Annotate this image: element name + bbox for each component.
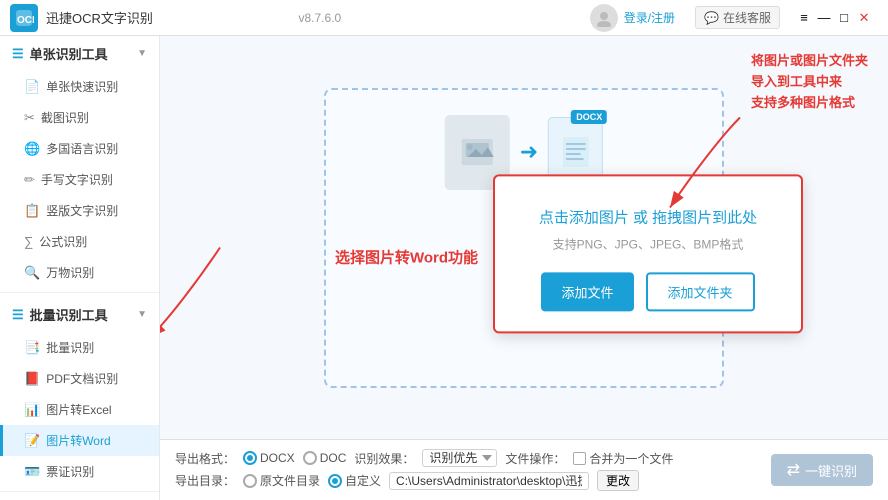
sidebar-item-typeset[interactable]: 📋 竖版文字识别 (0, 195, 159, 226)
sidebar-item-crop[interactable]: ✂ 截图识别 (0, 102, 159, 133)
add-file-button[interactable]: 添加文件 (541, 272, 633, 311)
bottom-bar: 导出格式： DOCX DOC 识别效果： (160, 439, 888, 500)
radio-origdir[interactable]: 原文件目录 (243, 472, 320, 489)
section-arrow: ▼ (137, 48, 147, 59)
allobj-icon: 🔍 (24, 265, 40, 281)
main-area: ➜ DOCX 点击添加图片 或 拖拽图片到此处 支持PNG、JPG、JPEG、B… (160, 36, 888, 500)
output-path-input[interactable] (389, 472, 589, 490)
radio-doc-dot (303, 451, 317, 465)
app-title: 迅捷OCR文字识别 (46, 8, 295, 27)
maximize-button[interactable]: □ (835, 9, 853, 27)
typeset-icon: 📋 (24, 203, 40, 219)
effect-label: 识别效果： (354, 450, 414, 467)
upload-title: 点击添加图片 或 拖拽图片到此处 (539, 206, 757, 227)
app-version: v8.7.6.0 (299, 11, 342, 25)
merge-checkbox[interactable] (573, 452, 586, 465)
bottom-row-1: 导出格式： DOCX DOC 识别效果： (175, 449, 759, 467)
img2excel-icon: 📊 (24, 402, 40, 418)
online-service-button[interactable]: 💬 在线客服 (695, 6, 780, 29)
recognize-icon: ⇄ (787, 460, 800, 480)
svg-text:OCR: OCR (17, 15, 34, 26)
main-content: ➜ DOCX 点击添加图片 或 拖拽图片到此处 支持PNG、JPG、JPEG、B… (160, 36, 888, 439)
login-button[interactable]: 登录/注册 (624, 9, 675, 26)
convert-arrow-icon: ➜ (520, 139, 538, 165)
app-logo: OCR (10, 4, 38, 32)
recognize-button[interactable]: ⇄ 一键识别 (771, 454, 873, 486)
upload-box: 点击添加图片 或 拖拽图片到此处 支持PNG、JPG、JPEG、BMP格式 添加… (493, 174, 803, 333)
radio-custom[interactable]: 自定义 (328, 472, 381, 489)
batch-recog-icon: 📑 (24, 340, 40, 356)
annotation-right-text: 将图片或图片文件夹 导入到工具中来 支持多种图片格式 (751, 51, 868, 113)
annotation-left-text: 选择图片转Word功能 (335, 247, 478, 268)
formula-icon: ∑ (24, 234, 33, 249)
sidebar-item-card-recog[interactable]: 🪪 票证识别 (0, 456, 159, 487)
crop-icon: ✂ (24, 110, 35, 126)
user-avatar (590, 4, 618, 32)
sidebar-item-handwriting[interactable]: ✏ 手写文字识别 (0, 164, 159, 195)
sidebar-item-batch-recog[interactable]: 📑 批量识别 (0, 332, 159, 363)
img2word-icon: 📝 (24, 433, 40, 449)
sidebar-item-img2excel[interactable]: 📊 图片转Excel (0, 394, 159, 425)
sidebar-item-img2word[interactable]: 📝 图片转Word (0, 425, 159, 456)
radio-origdir-dot (243, 474, 257, 488)
sidebar-item-quick[interactable]: 📄 单张快速识别 (0, 71, 159, 102)
radio-custom-dot (328, 474, 342, 488)
sidebar-divider-2 (0, 491, 159, 492)
titlebar: OCR 迅捷OCR文字识别 v8.7.6.0 登录/注册 💬 在线客服 ≡ — … (0, 0, 888, 36)
sidebar-section-convert[interactable]: ☰ 文件转换工具 ▼ (0, 496, 159, 500)
sidebar-item-allobj[interactable]: 🔍 万物识别 (0, 257, 159, 288)
output-label: 导出目录： (175, 472, 235, 489)
change-path-button[interactable]: 更改 (597, 470, 639, 491)
upload-buttons: 添加文件 添加文件夹 (541, 272, 754, 311)
sidebar-item-formula[interactable]: ∑ 公式识别 (0, 226, 159, 257)
sidebar-section-batch[interactable]: ☰ 批量识别工具 ▼ (0, 297, 159, 332)
sidebar-section-single[interactable]: ☰ 单张识别工具 ▼ (0, 36, 159, 71)
export-label: 导出格式： (175, 450, 235, 467)
main-layout: ☰ 单张识别工具 ▼ 📄 单张快速识别 ✂ 截图识别 🌐 多国语言识别 ✏ 手写… (0, 36, 888, 500)
radio-docx[interactable]: DOCX (243, 451, 295, 465)
upload-subtitle: 支持PNG、JPG、JPEG、BMP格式 (553, 235, 744, 252)
effect-select[interactable]: 识别优先 (422, 449, 497, 467)
annotation-left: 选择图片转Word功能 (335, 247, 478, 268)
radio-docx-dot (243, 451, 257, 465)
sidebar-divider-1 (0, 292, 159, 293)
user-section: 登录/注册 (590, 4, 675, 32)
batch-section-arrow: ▼ (137, 309, 147, 320)
bottom-rows: 导出格式： DOCX DOC 识别效果： (175, 446, 759, 494)
minimize-button[interactable]: — (815, 9, 833, 27)
merge-checkbox-item[interactable]: 合并为一个文件 (573, 450, 673, 467)
output-dir-group: 原文件目录 自定义 (243, 472, 381, 489)
handwriting-icon: ✏ (24, 172, 35, 188)
bottom-right: ⇄ 一键识别 (771, 454, 873, 486)
radio-doc[interactable]: DOC (303, 451, 347, 465)
card-recog-icon: 🪪 (24, 464, 40, 480)
annotation-right: 将图片或图片文件夹 导入到工具中来 支持多种图片格式 (751, 51, 868, 113)
close-button[interactable]: ✕ (855, 9, 873, 27)
docx-badge: DOCX (571, 110, 607, 124)
sidebar-item-pdf-recog[interactable]: 📕 PDF文档识别 (0, 363, 159, 394)
menu-icon[interactable]: ≡ (795, 9, 813, 27)
multilang-icon: 🌐 (24, 141, 40, 157)
quick-icon: 📄 (24, 79, 40, 95)
bottom-row-2: 导出目录： 原文件目录 自定义 更改 (175, 470, 759, 491)
pdf-recog-icon: 📕 (24, 371, 40, 387)
file-ops-label: 文件操作： (505, 450, 565, 467)
export-format-group: DOCX DOC (243, 451, 346, 465)
sidebar: ☰ 单张识别工具 ▼ 📄 单张快速识别 ✂ 截图识别 🌐 多国语言识别 ✏ 手写… (0, 36, 160, 500)
add-folder-button[interactable]: 添加文件夹 (646, 272, 755, 311)
sidebar-item-multilang[interactable]: 🌐 多国语言识别 (0, 133, 159, 164)
